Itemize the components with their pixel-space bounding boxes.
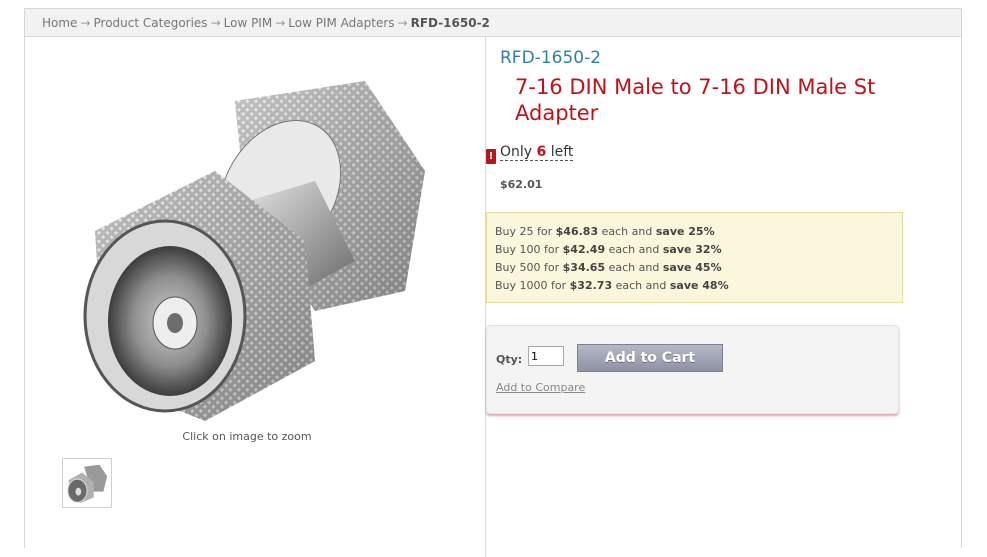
tier-save: save 45% [662,261,722,274]
product-title: 7-16 DIN Male to 7-16 DIN Male St Adapte… [515,75,876,125]
tier-buy: Buy [495,243,517,256]
breadcrumb-arrow: → [210,16,221,30]
product-image[interactable] [65,61,445,431]
breadcrumb-arrow: → [275,16,286,30]
add-to-cart-button[interactable]: Add to Cart [577,344,723,372]
breadcrumb-arrow: → [397,16,408,30]
stock-prefix: Only [500,144,533,160]
tier-price: $42.49 [562,243,606,256]
tier-qty: 100 [519,243,541,256]
tier-price: $46.83 [555,225,599,238]
qty-label: Qty: [496,353,523,366]
tier-buy: Buy [495,279,517,292]
tier-price: $32.73 [569,279,613,292]
breadcrumb-home[interactable]: Home [42,16,77,30]
product-sku: RFD-1650-2 [500,48,602,68]
add-to-cart-box: Qty: Add to Cart Add to Compare [486,325,899,414]
stock-count: 6 [536,144,547,160]
tier-qty: 1000 [519,279,548,292]
tier-each-and: each and [615,279,667,292]
tier-buy: Buy [495,225,517,238]
tier-pricing-box: Buy 25 for $46.83 each and save 25% Buy … [486,212,903,303]
tier-row: Buy 100 for $42.49 each and save 32% [495,241,902,259]
tier-row: Buy 25 for $46.83 each and save 25% [495,223,902,241]
tier-for: for [537,225,553,238]
qty-input[interactable] [528,346,564,366]
warning-icon: ! [486,149,496,164]
tier-row: Buy 500 for $34.65 each and save 45% [495,259,902,277]
add-to-compare-link[interactable]: Add to Compare [496,381,585,394]
tier-for: for [551,279,567,292]
tier-qty: 25 [519,225,534,238]
tier-each-and: each and [601,225,653,238]
tier-buy: Buy [495,261,517,274]
tier-qty: 500 [519,261,541,274]
tier-row: Buy 1000 for $32.73 each and save 48% [495,277,902,295]
tier-each-and: each and [608,243,660,256]
zoom-caption: Click on image to zoom [182,430,312,443]
product-price: $62.01 [500,178,543,191]
breadcrumb-low-pim[interactable]: Low PIM [224,16,273,30]
breadcrumb-arrow: → [80,16,91,30]
breadcrumb-current: RFD-1650-2 [410,16,490,30]
product-thumbnail[interactable] [62,458,112,508]
tier-each-and: each and [608,261,660,274]
breadcrumb: Home → Product Categories → Low PIM → Low PIM … [25,9,961,37]
tier-save: save 32% [662,243,722,256]
tier-price: $34.65 [562,261,606,274]
breadcrumb-product-categories[interactable]: Product Categories [94,16,208,30]
tier-for: for [544,243,560,256]
tier-save: save 25% [655,225,715,238]
stock-text[interactable]: Only 6 left [500,144,574,161]
stock-notice: ! Only 6 left [486,144,574,164]
tier-for: for [544,261,560,274]
breadcrumb-low-pim-adapters[interactable]: Low PIM Adapters [288,16,394,30]
stock-suffix: left [550,144,574,160]
tier-save: save 48% [669,279,729,292]
